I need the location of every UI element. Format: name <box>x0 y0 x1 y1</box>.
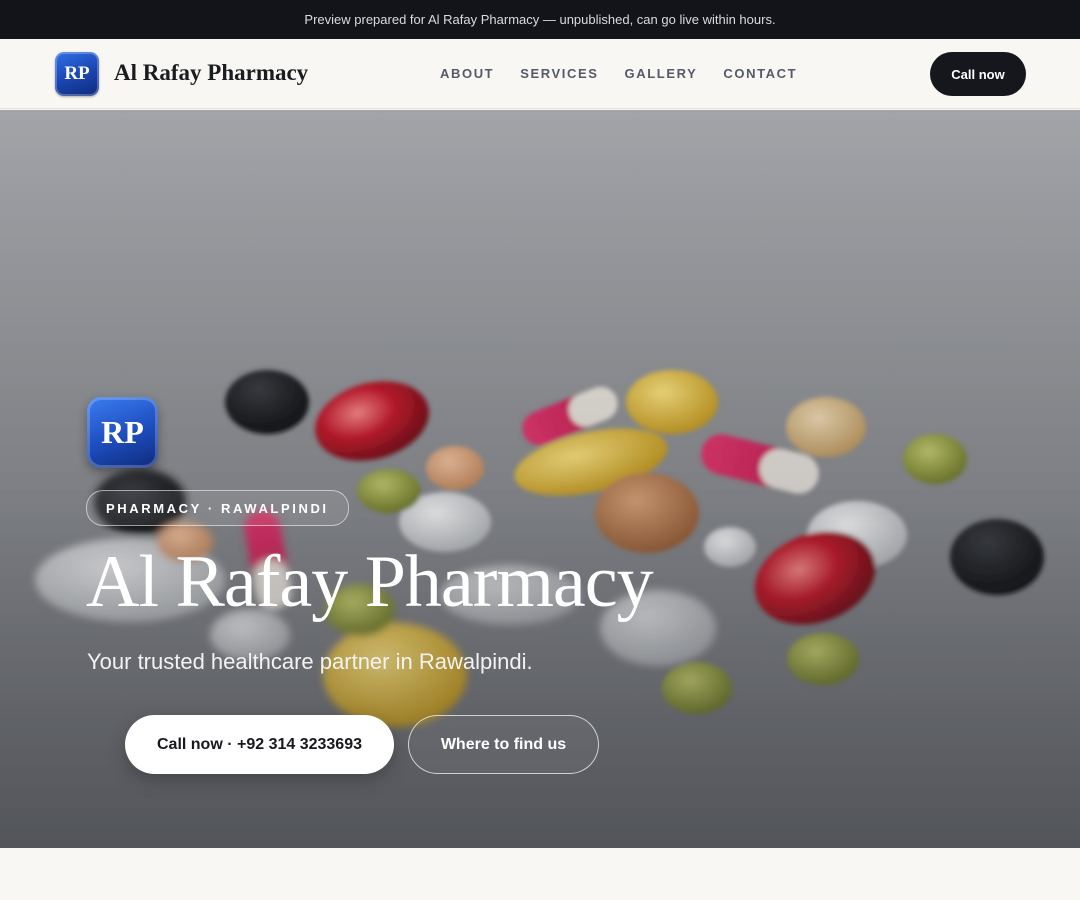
header-call-now-button[interactable]: Call now <box>930 52 1026 96</box>
preview-banner: Preview prepared for Al Rafay Pharmacy —… <box>0 0 1080 39</box>
next-section <box>0 848 1080 900</box>
hero-subtitle: Your trusted healthcare partner in Rawal… <box>87 649 533 674</box>
main-nav: ABOUT SERVICES GALLERY CONTACT <box>440 66 797 81</box>
hero-title: Al Rafay Pharmacy <box>86 541 654 623</box>
where-to-find-us-button[interactable]: Where to find us <box>408 715 599 774</box>
site-header: RP Al Rafay Pharmacy ABOUT SERVICES GALL… <box>0 39 1080 109</box>
hero-tag: PHARMACY · RAWALPINDI <box>86 490 349 526</box>
call-now-button[interactable]: Call now · +92 314 3233693 <box>125 715 394 774</box>
logo-badge[interactable]: RP <box>55 52 99 96</box>
nav-link-about[interactable]: ABOUT <box>440 66 494 81</box>
nav-link-services[interactable]: SERVICES <box>520 66 598 81</box>
brand-name[interactable]: Al Rafay Pharmacy <box>114 60 308 86</box>
nav-link-contact[interactable]: CONTACT <box>723 66 797 81</box>
hero-logo-badge: RP <box>87 397 158 468</box>
preview-banner-text: Preview prepared for Al Rafay Pharmacy —… <box>304 12 776 27</box>
nav-link-gallery[interactable]: GALLERY <box>625 66 698 81</box>
hero-section: RP PHARMACY · RAWALPINDI Al Rafay Pharma… <box>0 110 1080 848</box>
